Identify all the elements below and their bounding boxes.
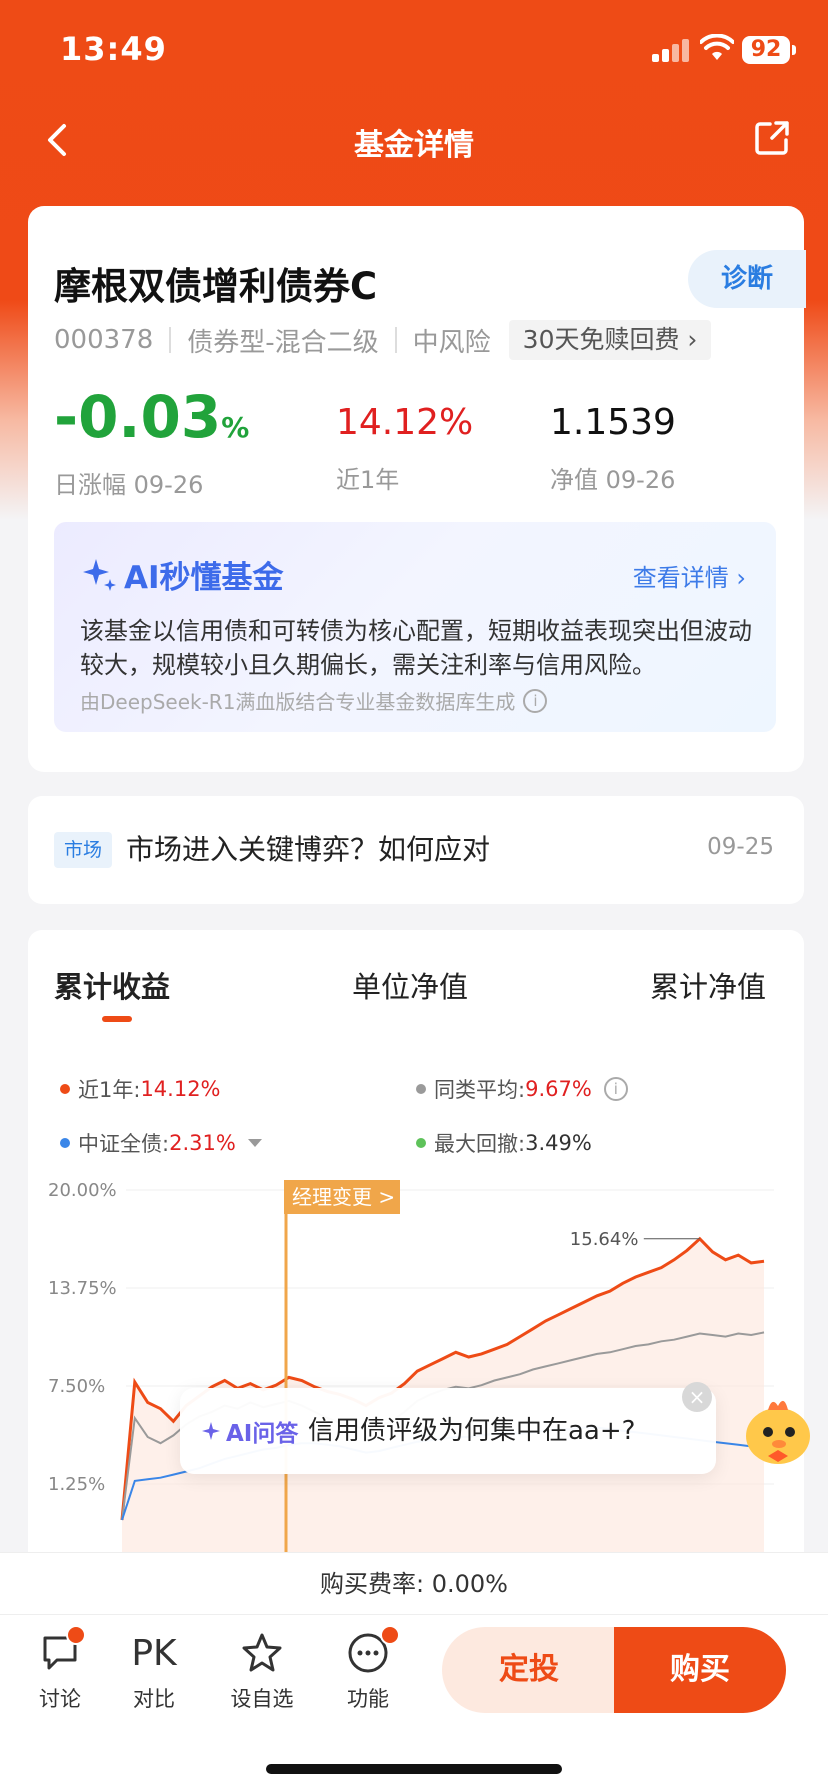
fee-waiver-badge[interactable]: 30天免赎回费 ›: [508, 320, 712, 360]
tab-cumulative-return[interactable]: 累计收益: [54, 964, 170, 1006]
pk-icon: PK: [131, 1632, 177, 1674]
news-card[interactable]: 市场 市场进入关键博弈？如何应对 09-25: [28, 796, 804, 904]
buy-button[interactable]: 购买: [614, 1627, 786, 1713]
ai-detail-link[interactable]: 查看详情 ›: [633, 558, 746, 593]
share-icon[interactable]: [752, 118, 792, 158]
status-time: 13:49: [60, 30, 167, 68]
discuss-button[interactable]: 讨论: [20, 1625, 100, 1713]
diagnose-button[interactable]: 诊断: [688, 250, 806, 308]
dropdown-caret-icon[interactable]: [247, 1139, 262, 1147]
y-axis-tick-label: 7.50%: [48, 1376, 105, 1397]
close-icon[interactable]: ×: [682, 1382, 712, 1412]
fund-stats: -0.03% 日涨幅 09-26 14.12% 近1年 1.1539 净值 09…: [54, 384, 784, 499]
news-tag: 市场: [54, 832, 113, 868]
sparkle-icon: [83, 558, 116, 591]
star-icon: [242, 1633, 282, 1672]
fund-meta: 000378 债券型-混合二级 中风险 30天免赎回费 ›: [54, 320, 712, 360]
legend-peer: 同类平均: 9.67% i: [416, 1074, 628, 1104]
signal-icon: [652, 38, 692, 62]
info-icon[interactable]: i: [523, 688, 548, 713]
ai-summary-box[interactable]: AI秒懂基金 查看详情 › 该基金以信用债和可转债为核心配置，短期收益表现突出但…: [54, 522, 776, 732]
legend-dot: [60, 1084, 70, 1094]
daily-change-value: -0.03%: [54, 383, 250, 451]
legend-dot: [416, 1138, 426, 1148]
y-axis-tick-label: 20.00%: [48, 1180, 117, 1201]
info-icon[interactable]: i: [603, 1077, 628, 1101]
purchase-fee-row: 购买费率: 0.00%: [0, 1552, 828, 1614]
year-return-stat: 14.12% 近1年: [336, 384, 473, 495]
tab-unit-nav[interactable]: 单位净值: [352, 964, 468, 1006]
bottom-action-bar: 讨论 PK 对比 设自选 功能 定投 购买: [0, 1614, 828, 1722]
legend-dot: [416, 1084, 426, 1094]
ai-star-icon: [202, 1422, 220, 1440]
divider: [169, 327, 172, 353]
ai-qa-bubble[interactable]: AI问答 信用债评级为何集中在aa+? ×: [180, 1382, 716, 1474]
legend-drawdown: 最大回撤: 3.49%: [416, 1128, 592, 1158]
ai-summary-text: 该基金以信用债和可转债为核心配置，短期收益表现突出但波动较大，规模较小且久期偏长…: [80, 617, 752, 679]
legend-index[interactable]: 中证全债: 2.31%: [60, 1128, 262, 1158]
battery-indicator: 92: [742, 36, 796, 64]
compare-button[interactable]: PK 对比: [114, 1629, 194, 1713]
fund-risk: 中风险: [412, 327, 491, 358]
ai-qa-question: 信用债评级为何集中在aa+?: [308, 1416, 636, 1446]
tab-cumulative-nav[interactable]: 累计净值: [650, 964, 766, 1006]
fund-name: 摩根双债增利债券C: [54, 265, 378, 308]
ai-summary-title: AI秒懂基金: [80, 552, 284, 597]
performance-chart-card: 累计收益 单位净值 累计净值 近1年: 14.12% 同类平均: 9.67% i 中…: [28, 930, 804, 1570]
nav-value: 1.1539: [550, 402, 676, 443]
add-watchlist-button[interactable]: 设自选: [222, 1629, 302, 1713]
year-return-label: 近1年: [336, 466, 400, 494]
year-return-value: 14.12%: [336, 402, 474, 443]
ai-source-note: 由DeepSeek-R1满血版结合专业基金数据库生成 i: [80, 686, 548, 715]
notification-dot: [66, 1625, 86, 1645]
news-title: 市场进入关键博弈？如何应对: [126, 833, 491, 866]
y-axis-tick-label: 13.75%: [48, 1278, 117, 1299]
news-date: 09-25: [707, 834, 774, 860]
mascot-icon[interactable]: [738, 1392, 818, 1468]
y-axis-tick-label: 1.25%: [48, 1474, 105, 1495]
notification-dot: [380, 1625, 400, 1645]
manager-change-label: 经理变更 >: [292, 1185, 395, 1209]
daily-change-stat: -0.03% 日涨幅 09-26: [54, 384, 249, 500]
home-indicator[interactable]: [266, 1764, 562, 1774]
home-indicator-area: [0, 1722, 828, 1792]
tab-indicator: [102, 1016, 132, 1022]
nav-label: 净值 09-26: [550, 466, 676, 494]
status-bar: 13:49 92: [0, 0, 828, 100]
functions-button[interactable]: 功能: [328, 1625, 408, 1713]
nav-bar: 基金详情: [0, 100, 828, 180]
auto-invest-button[interactable]: 定投: [442, 1627, 616, 1713]
ai-qa-label: AI问答: [200, 1414, 298, 1448]
fund-summary-card: 摩根双债增利债券C 诊断 000378 债券型-混合二级 中风险 30天免赎回费…: [28, 206, 806, 772]
divider: [394, 327, 397, 353]
peak-value-label: 15.64%: [570, 1229, 639, 1250]
fund-type: 债券型-混合二级: [187, 327, 379, 358]
daily-change-label: 日涨幅 09-26: [54, 471, 204, 499]
nav-stat: 1.1539 净值 09-26: [550, 384, 676, 495]
return-line-chart[interactable]: 20.00% 13.75% 7.50% 1.25% 经理变更 > 15.64%: [28, 1180, 804, 1570]
fund-code: 000378: [54, 325, 154, 355]
legend-dot: [60, 1138, 70, 1148]
legend-fund: 近1年: 14.12%: [60, 1074, 221, 1104]
wifi-icon: [700, 34, 734, 60]
page-title: 基金详情: [354, 128, 474, 163]
